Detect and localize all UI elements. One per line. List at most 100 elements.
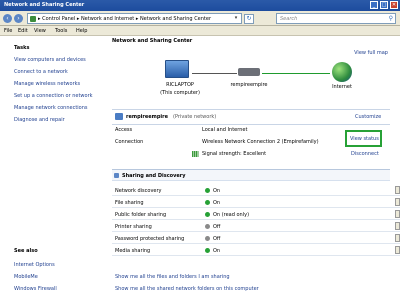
- close-button[interactable]: ✕: [390, 1, 398, 9]
- task-link[interactable]: Set up a connection or network: [14, 93, 93, 99]
- see-also-heading: See also: [14, 248, 38, 254]
- table-row: Printer sharing Off: [112, 221, 400, 232]
- task-link[interactable]: Diagnose and repair: [14, 117, 65, 123]
- menu-bar: File Edit View Tools Help: [0, 26, 400, 36]
- task-link[interactable]: Manage network connections: [14, 105, 88, 111]
- divider: [112, 109, 390, 110]
- setting-label: File sharing: [115, 200, 144, 206]
- setting-value: On: [213, 248, 221, 254]
- network-header: rempireempire (Private network) Customiz…: [112, 113, 390, 123]
- setting-value: On (read only): [213, 212, 250, 218]
- network-icon: [238, 68, 260, 76]
- minimize-button[interactable]: _: [370, 1, 378, 9]
- table-row: Media sharing On: [112, 245, 400, 256]
- show-shared-files-link[interactable]: Show me all the files and folders I am s…: [115, 274, 230, 280]
- main-pane: Network and Sharing Center View full map…: [110, 36, 400, 300]
- address-bar[interactable]: ▸ Control Panel ▸ Network and Internet ▸…: [27, 13, 242, 24]
- page-title: Network and Sharing Center: [112, 38, 193, 44]
- this-computer-node[interactable]: RICLAPTOP (This computer): [160, 60, 200, 96]
- status-dot: [205, 236, 210, 241]
- address-path: ▸ Control Panel ▸ Network and Internet ▸…: [38, 16, 212, 22]
- chevron-down-icon[interactable]: ▾: [232, 15, 240, 23]
- address-toolbar: ‹ › ▸ Control Panel ▸ Network and Intern…: [0, 11, 400, 26]
- setting-value: On: [213, 188, 221, 194]
- expand-password-sharing-button[interactable]: [395, 234, 400, 242]
- search-icon[interactable]: ⚲: [389, 15, 393, 22]
- connection-label: Connection: [115, 139, 144, 145]
- search-placeholder: Search: [280, 16, 298, 22]
- computer-name: RICLAPTOP: [166, 82, 194, 88]
- status-dot: [205, 200, 210, 205]
- table-row: File sharing On: [112, 197, 400, 208]
- table-row: Password protected sharing Off: [112, 233, 400, 244]
- network-name: rempireempire: [230, 82, 268, 88]
- signal-strength-icon: [192, 151, 199, 157]
- window-title-bar: Network and Sharing Center _ □ ✕: [0, 0, 400, 11]
- control-panel-icon: [30, 16, 36, 22]
- sharing-section-header[interactable]: Sharing and Discovery: [112, 169, 390, 181]
- menu-edit[interactable]: Edit: [18, 28, 28, 34]
- signal-strength-text: Signal strength: Excellent: [202, 151, 267, 157]
- view-status-label: View status: [350, 136, 379, 142]
- back-button[interactable]: ‹: [3, 14, 12, 23]
- map-link-line: [192, 73, 237, 74]
- setting-value: Off: [213, 224, 221, 230]
- status-dot: [205, 212, 210, 217]
- table-row: Network discovery On: [112, 185, 400, 196]
- menu-help[interactable]: Help: [76, 28, 87, 34]
- forward-button[interactable]: ›: [14, 14, 23, 23]
- show-shared-folders-link[interactable]: Show me all the shared network folders o…: [115, 286, 259, 292]
- internet-node[interactable]: Internet: [332, 62, 352, 90]
- menu-file[interactable]: File: [4, 28, 12, 34]
- setting-label: Password protected sharing: [115, 236, 185, 242]
- status-dot: [205, 188, 210, 193]
- refresh-button[interactable]: ↻: [244, 14, 254, 24]
- network-icon: [115, 113, 123, 120]
- network-name: rempireempire: [126, 114, 168, 120]
- collapse-icon[interactable]: [114, 173, 119, 178]
- see-also-link[interactable]: Internet Options: [14, 262, 55, 268]
- map-link-line: [262, 73, 330, 74]
- network-type: (Private network): [173, 114, 217, 120]
- left-pane: Tasks View computers and devices Connect…: [0, 36, 110, 300]
- setting-label: Public folder sharing: [115, 212, 167, 218]
- expand-public-folder-button[interactable]: [395, 210, 400, 218]
- task-link[interactable]: Manage wireless networks: [14, 81, 80, 87]
- customize-link[interactable]: Customize: [355, 114, 381, 120]
- menu-view[interactable]: View: [34, 28, 46, 34]
- setting-label: Printer sharing: [115, 224, 152, 230]
- setting-value: On: [213, 200, 221, 206]
- network-node[interactable]: rempireempire: [230, 60, 268, 88]
- tasks-heading: Tasks: [14, 45, 30, 51]
- search-input[interactable]: Search ⚲: [276, 13, 396, 24]
- view-status-button[interactable]: View status: [345, 130, 382, 147]
- status-dot: [205, 224, 210, 229]
- status-dot: [205, 248, 210, 253]
- computer-sub: (This computer): [160, 90, 200, 96]
- disconnect-link[interactable]: Disconnect: [351, 151, 379, 157]
- see-also-link[interactable]: MobileMe: [14, 274, 38, 280]
- window-title: Network and Sharing Center: [4, 2, 85, 8]
- expand-file-sharing-button[interactable]: [395, 198, 400, 206]
- see-also-link[interactable]: Windows Firewall: [14, 286, 57, 292]
- expand-printer-sharing-button[interactable]: [395, 222, 400, 230]
- globe-icon: [332, 62, 352, 82]
- computer-icon: [165, 60, 189, 78]
- expand-media-sharing-button[interactable]: [395, 246, 400, 254]
- sharing-heading: Sharing and Discovery: [122, 173, 186, 179]
- expand-network-discovery-button[interactable]: [395, 186, 400, 194]
- connection-value: Wireless Network Connection 2 (Empirefam…: [202, 139, 319, 145]
- task-link[interactable]: View computers and devices: [14, 57, 86, 63]
- access-label: Access: [115, 127, 133, 133]
- setting-label: Network discovery: [115, 188, 162, 194]
- task-link[interactable]: Connect to a network: [14, 69, 68, 75]
- menu-tools[interactable]: Tools: [55, 28, 67, 34]
- access-value: Local and Internet: [202, 127, 248, 133]
- maximize-button[interactable]: □: [380, 1, 388, 9]
- internet-label: Internet: [332, 84, 352, 90]
- setting-label: Media sharing: [115, 248, 151, 254]
- setting-value: Off: [213, 236, 221, 242]
- table-row: Public folder sharing On (read only): [112, 209, 400, 220]
- divider: [112, 124, 390, 125]
- view-full-map-link[interactable]: View full map: [354, 50, 388, 56]
